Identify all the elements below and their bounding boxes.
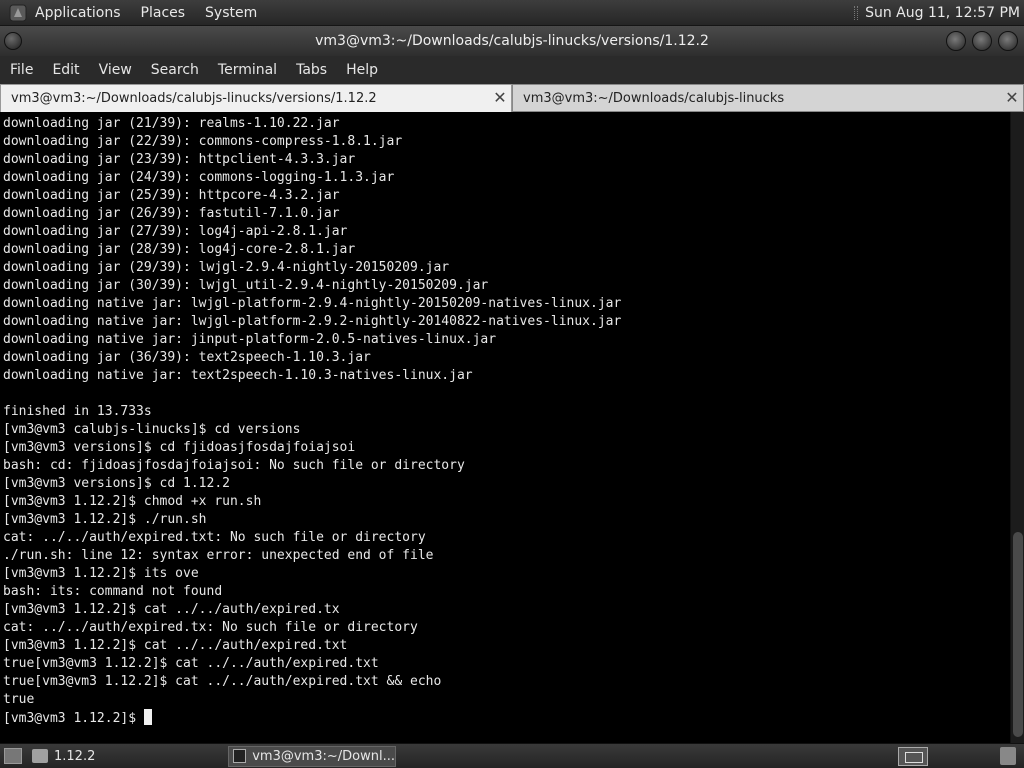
terminal-line: [vm3@vm3 1.12.2]$ its ove	[3, 566, 199, 581]
terminal-line: [vm3@vm3 1.12.2]$ cat ../../auth/expired…	[3, 638, 348, 653]
folder-icon	[32, 749, 48, 763]
show-desktop-icon[interactable]	[4, 748, 22, 764]
window-controls	[946, 31, 1018, 51]
tab-label: vm3@vm3:~/Downloads/calubjs-linucks/vers…	[11, 91, 377, 106]
maximize-button[interactable]	[972, 31, 992, 51]
terminal-line: downloading jar (23/39): httpclient-4.3.…	[3, 152, 356, 167]
tab-label: vm3@vm3:~/Downloads/calubjs-linucks	[523, 90, 785, 106]
window-menu-button[interactable]	[4, 32, 22, 50]
terminal-line: downloading jar (22/39): commons-compres…	[3, 134, 403, 149]
terminal-icon	[233, 749, 247, 763]
text-cursor	[143, 709, 152, 725]
menu-terminal[interactable]: Terminal	[218, 62, 277, 78]
terminal-line: downloading native jar: jinput-platform-…	[3, 332, 497, 347]
close-window-button[interactable]	[998, 31, 1018, 51]
terminal-line: downloading jar (30/39): lwjgl_util-2.9.…	[3, 278, 489, 293]
terminal-line: downloading jar (27/39): log4j-api-2.8.1…	[3, 224, 348, 239]
terminal-line: downloading jar (24/39): commons-logging…	[3, 170, 395, 185]
terminal-scrollbar[interactable]	[1010, 112, 1024, 743]
terminal-line: [vm3@vm3 1.12.2]$ ./run.sh	[3, 512, 207, 527]
terminal-prompt: [vm3@vm3 1.12.2]$	[3, 711, 144, 726]
tab-bar: vm3@vm3:~/Downloads/calubjs-linucks/vers…	[0, 84, 1024, 112]
terminal-line: downloading jar (25/39): httpcore-4.3.2.…	[3, 188, 340, 203]
terminal-line: true[vm3@vm3 1.12.2]$ cat ../../auth/exp…	[3, 656, 379, 671]
terminal-line: true[vm3@vm3 1.12.2]$ cat ../../auth/exp…	[3, 674, 442, 689]
system-menu[interactable]: System	[205, 5, 257, 21]
tab-close-icon[interactable]: ✕	[492, 89, 508, 107]
menu-view[interactable]: View	[99, 62, 132, 78]
terminal-line: downloading jar (28/39): log4j-core-2.8.…	[3, 242, 356, 257]
terminal-prompt-line: [vm3@vm3 1.12.2]$	[3, 709, 1010, 727]
terminal-line: [vm3@vm3 calubjs-linucks]$ cd versions	[3, 422, 301, 437]
tab-calubjs-linucks[interactable]: vm3@vm3:~/Downloads/calubjs-linucks ✕	[512, 84, 1024, 112]
menu-search[interactable]: Search	[151, 62, 199, 78]
terminal-line: [vm3@vm3 versions]$ cd fjidoasjfosdajfoi…	[3, 440, 356, 455]
terminal-line: downloading jar (26/39): fastutil-7.1.0.…	[3, 206, 340, 221]
taskbar-item-label: vm3@vm3:~/Downl...	[252, 748, 395, 764]
scrollbar-thumb[interactable]	[1013, 532, 1023, 737]
terminal-line: downloading jar (29/39): lwjgl-2.9.4-nig…	[3, 260, 450, 275]
workspace-switcher[interactable]	[898, 747, 928, 766]
terminal-line: bash: cd: fjidoasjfosdajfoiajsoi: No suc…	[3, 458, 465, 473]
terminal-line: ./run.sh: line 12: syntax error: unexpec…	[3, 548, 434, 563]
terminal-line: cat: ../../auth/expired.txt: No such fil…	[3, 530, 426, 545]
terminal-line: [vm3@vm3 1.12.2]$ cat ../../auth/expired…	[3, 602, 340, 617]
terminal-line: finished in 13.733s	[3, 404, 152, 419]
gnome-foot-icon[interactable]	[9, 4, 27, 22]
taskbar-item-folder[interactable]: 1.12.2	[28, 746, 188, 767]
terminal-line: cat: ../../auth/expired.tx: No such file…	[3, 620, 418, 635]
terminal-line: downloading native jar: lwjgl-platform-2…	[3, 314, 622, 329]
taskbar-item-label: 1.12.2	[54, 748, 96, 764]
menu-file[interactable]: File	[10, 62, 33, 78]
top-panel: Applications Places System Sun Aug 11, 1…	[0, 0, 1024, 26]
minimize-button[interactable]	[946, 31, 966, 51]
terminal-line: downloading jar (21/39): realms-1.10.22.…	[3, 116, 340, 131]
trash-icon[interactable]	[1000, 747, 1016, 765]
applications-menu[interactable]: Applications	[35, 5, 121, 21]
menu-help[interactable]: Help	[346, 62, 378, 78]
menu-edit[interactable]: Edit	[52, 62, 79, 78]
terminal-line: bash: its: command not found	[3, 584, 223, 599]
panel-right-area: Sun Aug 11, 12:57 PM	[854, 0, 1024, 26]
terminal-output[interactable]: downloading jar (21/39): realms-1.10.22.…	[0, 112, 1010, 743]
tab-close-icon[interactable]: ✕	[1004, 89, 1020, 107]
tab-versions-1-12-2[interactable]: vm3@vm3:~/Downloads/calubjs-linucks/vers…	[0, 84, 512, 112]
menubar: File Edit View Search Terminal Tabs Help	[0, 56, 1024, 84]
terminal-line: downloading native jar: text2speech-1.10…	[3, 368, 473, 383]
menu-tabs[interactable]: Tabs	[296, 62, 327, 78]
terminal-line: true	[3, 692, 35, 707]
places-menu[interactable]: Places	[141, 5, 186, 21]
panel-separator	[854, 6, 859, 20]
terminal-line: downloading jar (36/39): text2speech-1.1…	[3, 350, 371, 365]
terminal-line: [vm3@vm3 1.12.2]$ chmod +x run.sh	[3, 494, 262, 509]
window-titlebar[interactable]: vm3@vm3:~/Downloads/calubjs-linucks/vers…	[0, 26, 1024, 56]
taskbar-item-terminal[interactable]: vm3@vm3:~/Downl...	[228, 745, 396, 767]
window-title: vm3@vm3:~/Downloads/calubjs-linucks/vers…	[315, 33, 709, 49]
terminal-line: [vm3@vm3 versions]$ cd 1.12.2	[3, 476, 230, 491]
clock[interactable]: Sun Aug 11, 12:57 PM	[865, 5, 1020, 21]
bottom-panel: 1.12.2 vm3@vm3:~/Downl...	[0, 743, 1024, 768]
terminal-line: downloading native jar: lwjgl-platform-2…	[3, 296, 622, 311]
